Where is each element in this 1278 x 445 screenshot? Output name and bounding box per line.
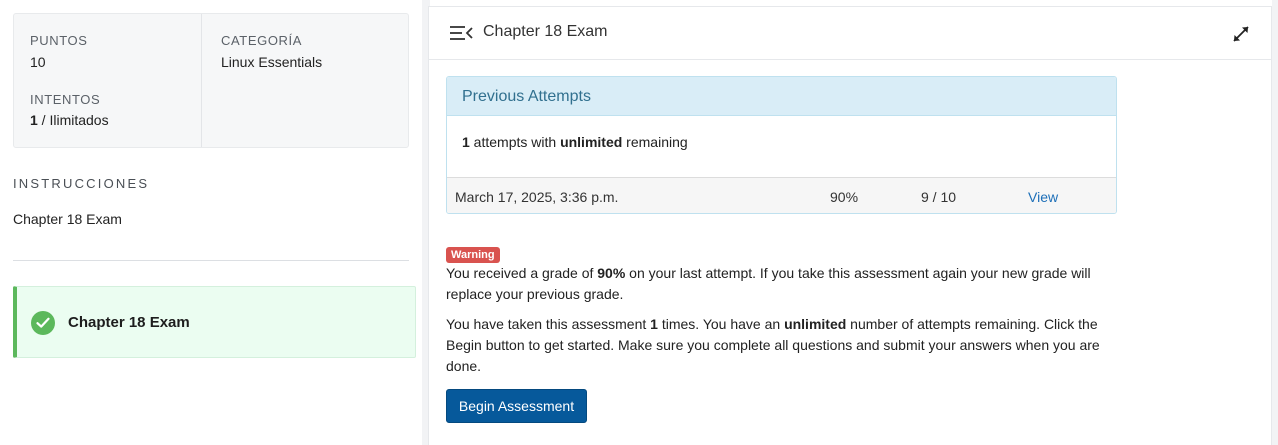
summary-unlimited: unlimited — [560, 134, 623, 150]
warning-text-part: You received a grade of — [446, 265, 598, 281]
info-text-part: You have taken this assessment — [446, 316, 651, 332]
grade-warning-text: You received a grade of 90% on your last… — [446, 263, 1116, 305]
points-value: 10 — [30, 54, 46, 70]
previous-attempts-panel: Previous Attempts 1 attempts with unlimi… — [446, 76, 1117, 214]
exam-item-title: Chapter 18 Exam — [68, 314, 190, 331]
previous-attempts-header: Previous Attempts — [447, 77, 1116, 116]
view-attempt-link[interactable]: View — [1028, 189, 1058, 205]
attempts-summary: 1 attempts with unlimited remaining — [462, 134, 688, 150]
attempt-percent: 90% — [830, 189, 859, 205]
panel-header: Chapter 18 Exam — [429, 7, 1271, 60]
attempts-used: 1 — [30, 112, 38, 128]
last-grade: 90% — [597, 265, 626, 281]
previous-attempts-title: Previous Attempts — [462, 88, 591, 105]
check-circle-icon — [31, 311, 55, 335]
instructions-text: Chapter 18 Exam — [13, 211, 122, 227]
info-text-part: times. You have an — [657, 316, 785, 332]
attempt-date: March 17, 2025, 3:36 p.m. — [455, 189, 619, 205]
begin-assessment-button[interactable]: Begin Assessment — [446, 389, 587, 423]
table-row: March 17, 2025, 3:36 p.m. 90% 9 / 10 Vie… — [447, 177, 1116, 213]
stats-divider — [201, 14, 202, 147]
points-label: PUNTOS — [30, 33, 88, 48]
category-value: Linux Essentials — [221, 54, 323, 70]
unlimited-text: unlimited — [784, 316, 847, 332]
attempts-label: INTENTOS — [30, 92, 101, 107]
category-label: CATEGORÍA — [221, 33, 303, 48]
times-taken: 1 — [650, 316, 658, 332]
exam-item-card[interactable]: Chapter 18 Exam — [13, 286, 416, 358]
divider — [13, 260, 409, 261]
right-gutter — [1272, 0, 1278, 445]
assessment-panel: Chapter 18 Exam Previous Attempts 1 atte… — [428, 6, 1272, 445]
expand-icon[interactable] — [1231, 24, 1251, 44]
warning-badge: Warning — [446, 247, 500, 263]
summary-end: remaining — [622, 134, 688, 150]
attempts-value: 1 / Ilimitados — [30, 112, 109, 128]
instructions-label: INSTRUCCIONES — [13, 176, 150, 191]
summary-text: attempts with — [469, 134, 561, 150]
assessment-stats-box: PUNTOS 10 CATEGORÍA Linux Essentials INT… — [13, 13, 409, 148]
attempts-limit: / Ilimitados — [37, 112, 109, 128]
panel-title: Chapter 18 Exam — [483, 23, 608, 40]
attempts-info-text: You have taken this assessment 1 times. … — [446, 314, 1116, 377]
left-sidebar: PUNTOS 10 CATEGORÍA Linux Essentials INT… — [0, 0, 422, 445]
collapse-menu-icon[interactable] — [449, 25, 473, 41]
attempt-score: 9 / 10 — [921, 189, 957, 205]
summary-count: 1 — [462, 134, 470, 150]
